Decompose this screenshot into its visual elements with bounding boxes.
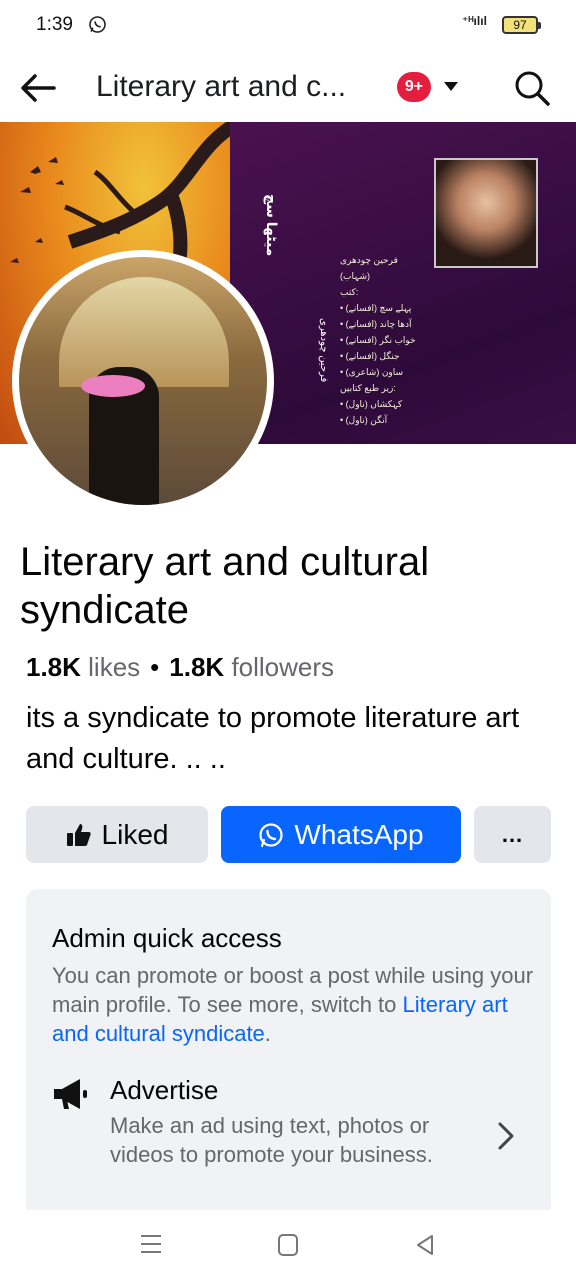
cover-urdu-title: میٹھا سچ (264, 194, 280, 257)
admin-quick-access-description: You can promote or boost a post while us… (52, 961, 542, 1048)
more-options-button[interactable]: ... (474, 806, 551, 863)
likes-count: 1.8K (26, 652, 81, 682)
system-nav-bar (0, 1210, 576, 1280)
whatsapp-icon (259, 822, 284, 847)
status-bar: 1:39 ⁺ᴴılıl 97 (0, 0, 576, 52)
cover-urdu-list: فرحین چودھری (شہاب) کتب: • پہلے سچ (افسانے… (340, 255, 416, 425)
followers-count: 1.8K (169, 652, 225, 682)
page-stats: 1.8K likes • 1.8K followers (26, 652, 334, 683)
recent-apps-icon[interactable] (140, 1234, 162, 1254)
page-title-truncated: Literary art and c... (96, 70, 347, 103)
home-icon[interactable] (278, 1234, 298, 1256)
stats-separator: • (150, 652, 160, 682)
liked-label: Liked (101, 818, 169, 850)
megaphone-icon (54, 1079, 87, 1109)
cover-portrait-photo (434, 158, 538, 268)
admin-desc-end: . (264, 1021, 271, 1046)
admin-quick-access-card: Admin quick access You can promote or bo… (26, 889, 551, 1219)
status-time: 1:39 (36, 14, 73, 35)
back-arrow-icon[interactable] (18, 70, 58, 106)
avatar[interactable] (12, 250, 274, 512)
chevron-down-icon[interactable] (444, 82, 458, 91)
whatsapp-notification-icon (89, 16, 106, 33)
back-triangle-icon[interactable] (414, 1234, 436, 1256)
followers-label[interactable]: followers (231, 652, 334, 682)
whatsapp-button[interactable]: WhatsApp (221, 806, 461, 863)
notification-badge[interactable]: 9+ (397, 72, 431, 102)
profile-photo-hat (81, 375, 145, 397)
cover-urdu-author: فرحین چودھری (318, 318, 329, 383)
admin-quick-access-title: Admin quick access (52, 923, 282, 953)
likes-label[interactable]: likes (88, 652, 140, 682)
whatsapp-label: WhatsApp (294, 818, 424, 850)
search-icon[interactable] (512, 68, 552, 108)
top-nav: Literary art and c... 9+ (0, 58, 576, 120)
advertise-description: Make an ad using text, photos or videos … (110, 1113, 433, 1167)
chevron-right-icon[interactable] (496, 1121, 516, 1151)
advertise-title[interactable]: Advertise (110, 1075, 218, 1106)
page-name: Literary art and cultural syndicate (20, 540, 430, 632)
signal-icon: ⁺ᴴılıl (462, 14, 487, 28)
liked-button[interactable]: Liked (26, 806, 208, 863)
battery-icon: 97 (502, 16, 541, 34)
profile-photo (19, 257, 267, 505)
thumbs-up-icon (66, 823, 91, 846)
page-about: its a syndicate to promote literature ar… (26, 702, 520, 775)
